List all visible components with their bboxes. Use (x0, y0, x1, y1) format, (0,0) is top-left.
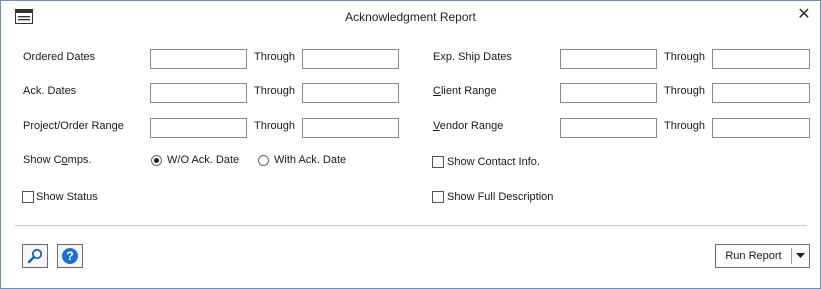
with-ack-date-label[interactable]: With Ack. Date (274, 154, 346, 166)
ack-dates-from-field[interactable] (150, 83, 247, 103)
acknowledgment-report-dialog: Acknowledgment Report ✕ Ordered Dates Th… (0, 0, 821, 289)
client-range-from-field[interactable] (560, 83, 657, 103)
close-icon: ✕ (797, 6, 811, 23)
wo-ack-date-label[interactable]: W/O Ack. Date (167, 154, 239, 166)
vendor-range-label-rest: endor Range (439, 120, 504, 132)
show-status-checkbox[interactable] (22, 191, 34, 203)
exp-ship-dates-to-field[interactable] (712, 49, 810, 69)
show-contact-info-checkbox[interactable] (432, 156, 444, 168)
project-order-range-from-field[interactable] (150, 118, 247, 138)
title-bar: Acknowledgment Report ✕ (1, 1, 820, 31)
window-title: Acknowledgment Report (345, 10, 476, 24)
vendor-range-from-field[interactable] (560, 118, 657, 138)
close-button[interactable]: ✕ (793, 5, 815, 25)
help-icon: ? (62, 248, 78, 264)
report-options-panel: Ordered Dates Through Ack. Dates Through… (1, 31, 820, 288)
show-full-description-label[interactable]: Show Full Description (447, 191, 553, 203)
show-full-description-checkbox[interactable] (432, 191, 444, 203)
ordered-dates-through-label: Through (254, 51, 295, 63)
ordered-dates-label: Ordered Dates (23, 51, 96, 63)
show-comps-label-post: mps. (67, 154, 92, 166)
ack-dates-to-field[interactable] (302, 83, 399, 103)
project-order-range-label: Project/Order Range (23, 120, 124, 132)
chevron-down-icon (796, 253, 805, 258)
project-order-range-to-field[interactable] (302, 118, 399, 138)
client-range-label-rest: lient Range (440, 85, 497, 97)
client-range-to-field[interactable] (712, 83, 810, 103)
vendor-range-to-field[interactable] (712, 118, 810, 138)
help-button[interactable]: ? (57, 244, 83, 268)
client-range-label: Client Range (433, 85, 497, 97)
ordered-dates-from-field[interactable] (150, 49, 247, 69)
vendor-range-accel: V (433, 120, 440, 132)
preview-button[interactable] (22, 244, 48, 268)
show-comps-label: Show Comps. (23, 154, 92, 166)
vendor-range-through-label: Through (664, 120, 705, 132)
show-contact-info-label[interactable]: Show Contact Info. (447, 156, 540, 168)
vendor-range-label: Vendor Range (433, 120, 503, 132)
svg-text:?: ? (66, 249, 73, 263)
show-comps-label-pre: Show C (23, 154, 62, 166)
ack-dates-through-label: Through (254, 85, 295, 97)
client-range-accel: C (433, 85, 441, 97)
exp-ship-dates-from-field[interactable] (560, 49, 657, 69)
footer-divider (15, 225, 807, 226)
ordered-dates-to-field[interactable] (302, 49, 399, 69)
with-ack-date-radio[interactable] (258, 155, 269, 166)
run-report-button[interactable]: Run Report (715, 244, 810, 268)
wo-ack-date-radio[interactable] (151, 155, 162, 166)
show-status-label[interactable]: Show Status (36, 191, 98, 203)
run-report-label[interactable]: Run Report (716, 245, 791, 267)
magnifier-icon (27, 248, 43, 264)
exp-ship-dates-label: Exp. Ship Dates (433, 51, 512, 63)
ack-dates-label: Ack. Dates (23, 85, 77, 97)
run-report-dropdown[interactable] (792, 245, 809, 267)
client-range-through-label: Through (664, 85, 705, 97)
project-order-range-through-label: Through (254, 120, 295, 132)
exp-ship-dates-through-label: Through (664, 51, 705, 63)
